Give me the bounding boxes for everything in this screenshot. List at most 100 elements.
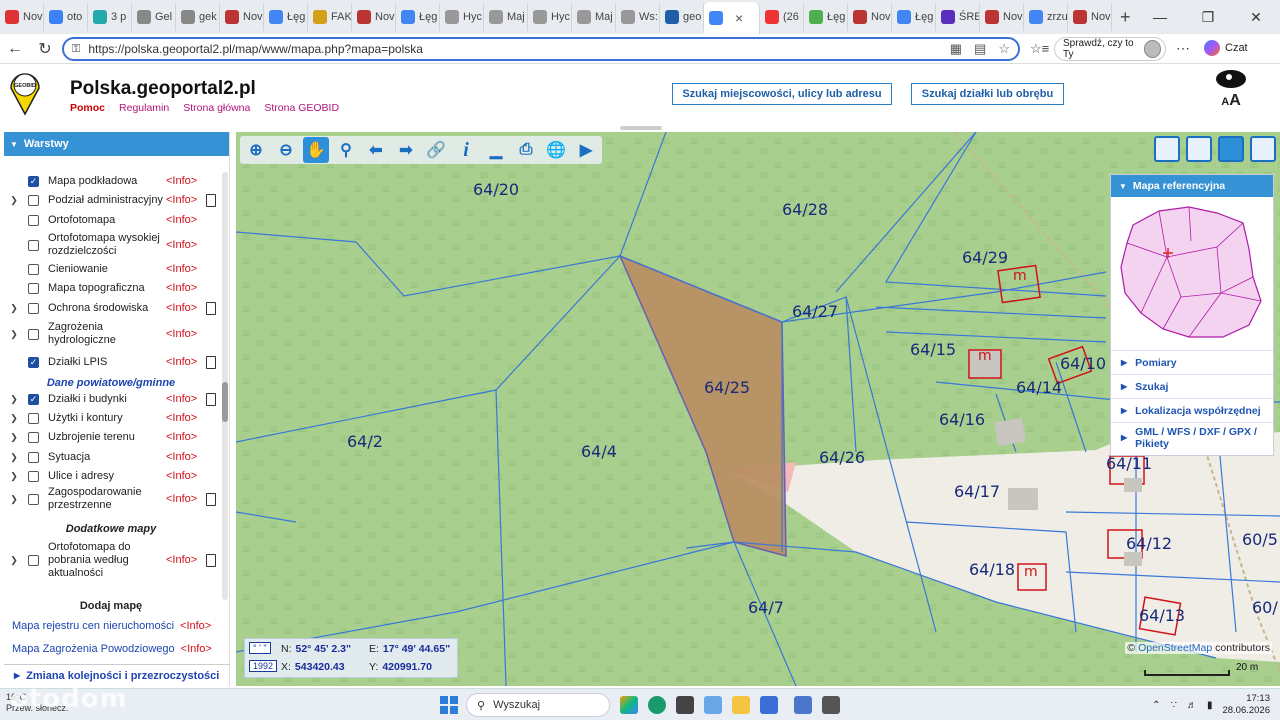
legend-document-icon[interactable]: [206, 392, 216, 406]
volume-icon[interactable]: ♬: [1187, 700, 1197, 711]
reader-icon[interactable]: ▤: [974, 41, 986, 57]
layout-top-icon[interactable]: [1154, 136, 1180, 162]
info-link[interactable]: <Info>: [166, 194, 206, 206]
print-icon[interactable]: ⎙: [513, 137, 539, 163]
map-view[interactable]: ⌧ ⌧: [236, 132, 1280, 686]
terminal-icon[interactable]: [676, 696, 694, 714]
layer-checkbox[interactable]: [28, 282, 39, 294]
info-link[interactable]: <Info>: [166, 282, 206, 294]
layout-left-icon[interactable]: [1186, 136, 1212, 162]
info-link[interactable]: <Info>: [166, 263, 206, 275]
layer-item[interactable]: ❯ Uzbrojenie terenu <Info>: [4, 428, 206, 446]
copilot-button[interactable]: Czat: [1204, 40, 1248, 56]
browser-tab[interactable]: Łęg: [396, 3, 440, 31]
browser-tab[interactable]: Nov: [980, 3, 1024, 31]
favorites-icon[interactable]: ☆≡: [1030, 41, 1049, 57]
browser-tab[interactable]: Ws:: [616, 3, 660, 31]
extra-map-flood[interactable]: Mapa Zagrożenia Powodziowego <Info>: [12, 643, 212, 655]
link-icon[interactable]: 🔗: [423, 137, 449, 163]
info-link[interactable]: <Info>: [166, 328, 206, 340]
poland-reference-map[interactable]: [1111, 197, 1273, 347]
chevron-up-icon[interactable]: ⌃: [1152, 700, 1160, 711]
browser-tab[interactable]: Nov: [0, 3, 44, 31]
layer-item[interactable]: ❯ Ortofotomapa do pobrania według aktualn…: [4, 538, 216, 582]
browser-tab[interactable]: zrzu: [1024, 3, 1068, 31]
browser-tab[interactable]: Nov: [220, 3, 264, 31]
browser-tab[interactable]: Nov: [848, 3, 892, 31]
layer-item[interactable]: Ortofotomapa wysokiej rozdzielczości <Inf…: [4, 230, 206, 260]
legend-document-icon[interactable]: [206, 193, 216, 207]
expand-chevron-icon[interactable]: ❯: [8, 555, 20, 566]
info-link[interactable]: <Info>: [166, 239, 206, 251]
layer-item[interactable]: ✓ Mapa podkładowa <Info>: [4, 172, 206, 190]
browser-tab[interactable]: FAK: [308, 3, 352, 31]
info-link[interactable]: <Info>: [166, 412, 206, 424]
browser-tab[interactable]: (26: [760, 3, 804, 31]
globe-icon[interactable]: 🌐: [543, 137, 569, 163]
legend-document-icon[interactable]: [206, 355, 216, 369]
info-link[interactable]: <Info>: [166, 214, 206, 226]
legend-document-icon[interactable]: [206, 553, 216, 567]
layer-checkbox[interactable]: [28, 431, 39, 443]
video-icon[interactable]: ▶: [573, 137, 599, 163]
zoom-in-icon[interactable]: ⊕: [243, 137, 269, 163]
layer-checkbox[interactable]: [28, 412, 39, 424]
home-link[interactable]: Strona główna: [183, 102, 250, 114]
expand-chevron-icon[interactable]: ❯: [8, 195, 20, 206]
layout-arrow-icon[interactable]: [1218, 136, 1244, 162]
expand-chevron-icon[interactable]: ❯: [8, 494, 20, 505]
layer-checkbox[interactable]: ✓: [28, 356, 39, 368]
expand-chevron-icon[interactable]: ❯: [8, 432, 20, 443]
measure-icon[interactable]: ▁: [483, 137, 509, 163]
info-link[interactable]: <Info>: [166, 431, 206, 443]
wifi-icon[interactable]: ∵: [1171, 700, 1177, 711]
layers-panel-header[interactable]: ▼ Warstwy: [4, 132, 229, 156]
help-link[interactable]: Pomoc: [70, 102, 105, 114]
edge-icon[interactable]: [648, 696, 666, 714]
layers-scrollbar[interactable]: [222, 172, 228, 600]
expand-chevron-icon[interactable]: ❯: [8, 413, 20, 424]
crs-toggle[interactable]: 1992: [249, 660, 278, 672]
layer-checkbox[interactable]: [28, 554, 39, 566]
layer-item[interactable]: Cieniowanie <Info>: [4, 260, 206, 278]
expand-chevron-icon[interactable]: ❯: [8, 329, 20, 340]
expand-chevron-icon[interactable]: ❯: [8, 303, 20, 314]
ref-item-coordinate[interactable]: ▶ Lokalizacja współrzędnej: [1111, 398, 1273, 422]
info-link[interactable]: <Info>: [166, 493, 206, 505]
layer-checkbox[interactable]: [28, 214, 39, 226]
font-size-toggle[interactable]: AA: [1214, 92, 1248, 110]
layer-item[interactable]: ✓ Działki LPIS <Info>: [4, 353, 216, 371]
tab-close-icon[interactable]: ×: [735, 10, 743, 26]
browser-tab[interactable]: gek: [176, 3, 220, 31]
layer-checkbox[interactable]: [28, 328, 39, 340]
maximize-icon[interactable]: ❐: [1184, 9, 1232, 26]
app-icon[interactable]: [822, 696, 840, 714]
clock[interactable]: 17:13 28.06.2026: [1222, 693, 1270, 717]
layer-item[interactable]: Ortofotomapa <Info>: [4, 211, 206, 229]
browser-tab[interactable]: ×: [704, 2, 760, 34]
browser-tab[interactable]: Maj: [484, 3, 528, 31]
layer-item[interactable]: ❯ ✓ Działki i budynki <Info>: [4, 390, 216, 408]
rules-link[interactable]: Regulamin: [119, 102, 169, 114]
close-window-icon[interactable]: ✕: [1232, 9, 1280, 26]
zoom-out-icon[interactable]: ⊖: [273, 137, 299, 163]
reload-icon[interactable]: ↻: [30, 39, 60, 59]
layer-checkbox[interactable]: [28, 493, 39, 505]
browser-tab[interactable]: oto: [44, 3, 88, 31]
site-title[interactable]: Polska.geoportal2.pl: [70, 78, 256, 100]
layer-item[interactable]: ❯ Użytki i kontury <Info>: [4, 409, 206, 427]
mail-icon[interactable]: [794, 696, 812, 714]
panel-splitter[interactable]: [620, 126, 662, 130]
layer-checkbox[interactable]: [28, 239, 39, 251]
info-link[interactable]: <Info>: [166, 356, 206, 368]
layer-checkbox[interactable]: [28, 470, 39, 482]
browser-tab[interactable]: geo: [660, 3, 704, 31]
ref-item-measurements[interactable]: ▶ Pomiary: [1111, 350, 1273, 374]
file-explorer-icon[interactable]: [732, 696, 750, 714]
info-link[interactable]: <Info>: [166, 451, 206, 463]
layer-item[interactable]: ❯ Zagospodarowanie przestrzenne <Info>: [4, 484, 216, 514]
layer-order-section[interactable]: ▶ Zmiana kolejności i przezroczystości: [4, 664, 230, 686]
app-icon[interactable]: [704, 696, 722, 714]
browser-tab[interactable]: Łęg: [804, 3, 848, 31]
geobid-link[interactable]: Strona GEOBID: [264, 102, 339, 114]
